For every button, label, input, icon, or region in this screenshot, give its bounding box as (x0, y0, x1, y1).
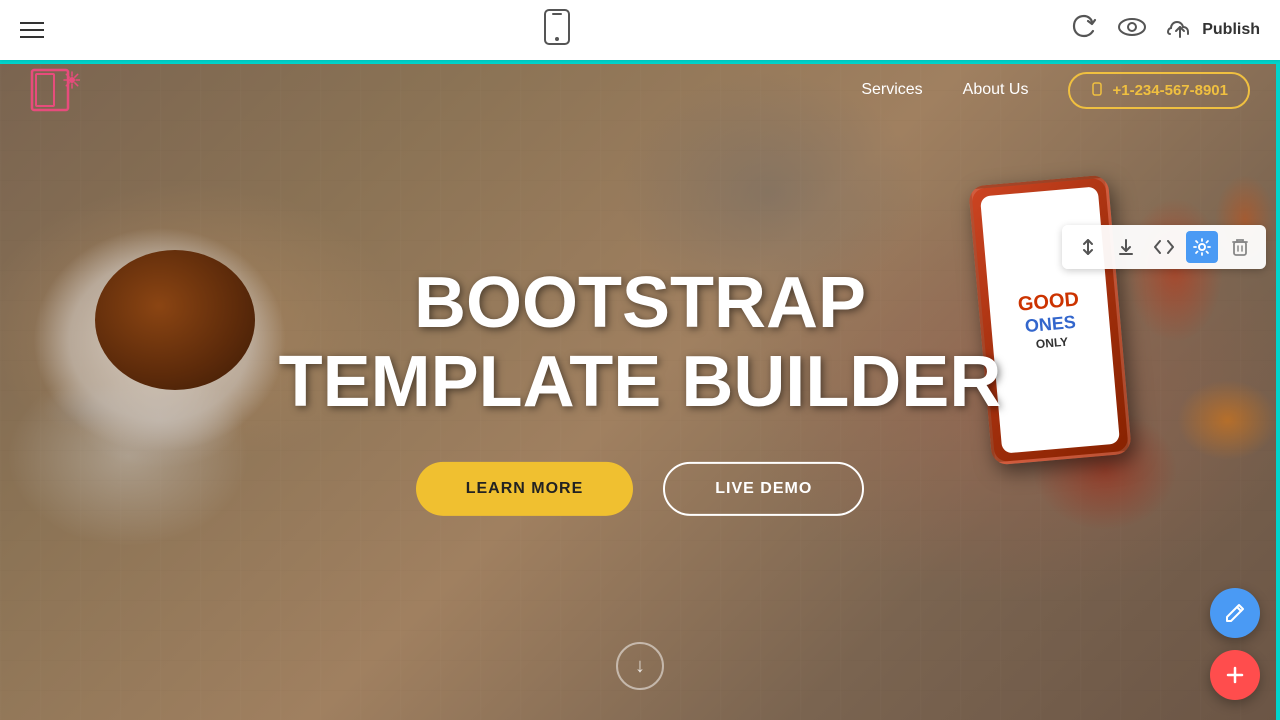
add-fab-button[interactable] (1210, 650, 1260, 700)
site-nav-links: Services About Us +1-234-567-8901 (861, 72, 1250, 109)
toolbar-left (20, 22, 44, 38)
site-navbar: Services About Us +1-234-567-8901 (0, 60, 1280, 120)
hero-buttons: LEARN MORE LIVE DEMO (240, 462, 1040, 516)
scroll-down-arrow[interactable]: ↓ (616, 642, 664, 690)
canvas-border-right (1276, 60, 1280, 720)
phone-cta-button[interactable]: +1-234-567-8901 (1068, 72, 1250, 109)
phone-icon (1090, 82, 1104, 99)
download-tool-button[interactable] (1110, 231, 1142, 263)
settings-tool-button[interactable] (1186, 231, 1218, 263)
hero-title-line2: TEMPLATE BUILDER (240, 343, 1040, 422)
main-toolbar: Publish (0, 0, 1280, 60)
delete-tool-button[interactable] (1224, 231, 1256, 263)
learn-more-button[interactable]: LEARN MORE (416, 462, 634, 516)
code-tool-button[interactable] (1148, 231, 1180, 263)
website-preview: GOOD ONES ONLY (0, 60, 1280, 720)
nav-link-about-us[interactable]: About Us (963, 81, 1029, 99)
hero-title-line1: BOOTSTRAP (240, 264, 1040, 343)
preview-icon[interactable] (1118, 17, 1146, 43)
publish-button[interactable]: Publish (1166, 16, 1260, 44)
edit-fab-button[interactable] (1210, 588, 1260, 638)
publish-label: Publish (1202, 21, 1260, 39)
nav-link-services[interactable]: Services (861, 81, 922, 99)
arrow-down-icon: ↓ (635, 655, 645, 678)
fab-container (1210, 588, 1260, 700)
mobile-preview-icon[interactable] (543, 9, 571, 52)
section-toolbar (1062, 225, 1266, 269)
hero-title: BOOTSTRAP TEMPLATE BUILDER (240, 264, 1040, 422)
toolbar-right: Publish (1070, 13, 1260, 47)
hero-content: BOOTSTRAP TEMPLATE BUILDER LEARN MORE LI… (240, 264, 1040, 516)
reorder-tool-button[interactable] (1072, 231, 1104, 263)
publish-cloud-icon (1166, 16, 1194, 44)
undo-icon[interactable] (1070, 13, 1098, 47)
tea-liquid (95, 250, 255, 390)
site-logo[interactable] (30, 68, 80, 112)
canvas-border-top (0, 60, 1280, 64)
live-demo-button[interactable]: LIVE DEMO (663, 462, 864, 516)
toolbar-center (543, 9, 571, 52)
main-canvas: GOOD ONES ONLY (0, 60, 1280, 720)
hamburger-menu[interactable] (20, 22, 44, 38)
phone-number: +1-234-567-8901 (1112, 82, 1228, 99)
